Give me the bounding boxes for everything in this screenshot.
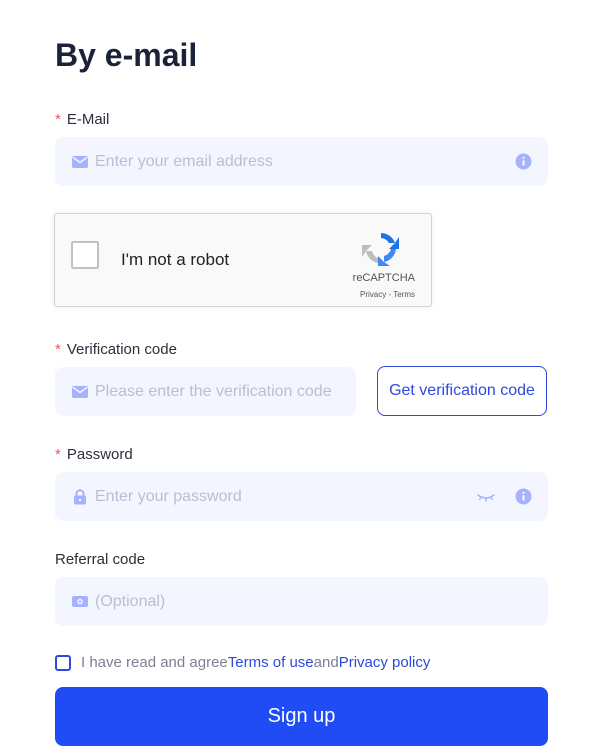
referral-label: Referral code	[55, 550, 145, 570]
info-icon[interactable]	[515, 153, 532, 170]
email-label: * E-Mail	[55, 110, 109, 130]
page-title: By e-mail	[55, 37, 198, 73]
eye-closed-icon[interactable]	[477, 491, 495, 503]
agreement-prefix: I have read and agree	[81, 654, 228, 671]
privacy-policy-link[interactable]: Privacy policy	[339, 653, 431, 673]
password-label: * Password	[55, 445, 133, 465]
agreement-row: I have read and agree Terms of use and P…	[55, 653, 430, 673]
terms-of-use-link[interactable]: Terms of use	[228, 653, 314, 673]
email-field-container	[55, 137, 548, 186]
password-label-text: Password	[66, 446, 133, 463]
agreement-checkbox[interactable]	[55, 655, 71, 671]
recaptcha-checkbox[interactable]	[71, 241, 99, 269]
password-field-container	[55, 472, 548, 521]
required-mark: *	[55, 446, 61, 463]
email-field[interactable]	[88, 137, 515, 186]
email-label-text: E-Mail	[66, 111, 110, 128]
recaptcha-terms[interactable]: Privacy - Terms	[295, 290, 415, 300]
password-field[interactable]	[88, 472, 477, 521]
recaptcha-icon	[362, 229, 400, 267]
mail-icon	[72, 154, 88, 170]
referral-field-container	[55, 577, 548, 626]
signup-button[interactable]: Sign up	[55, 687, 548, 746]
referral-code-field[interactable]	[88, 577, 532, 626]
verification-field-container	[55, 367, 356, 416]
lock-icon	[72, 488, 88, 505]
mail-icon	[72, 384, 88, 400]
info-icon[interactable]	[515, 488, 532, 505]
required-mark: *	[55, 341, 61, 358]
signup-page: By e-mail * E-Mail I'm not a robot	[0, 0, 592, 752]
recaptcha-widget: I'm not a robot reCAPTCHA Privacy - Term…	[54, 213, 432, 307]
verification-label: * Verification code	[55, 340, 177, 360]
required-mark: *	[55, 111, 61, 128]
referral-label-text: Referral code	[55, 551, 146, 568]
referral-icon	[72, 594, 88, 610]
get-verification-code-button[interactable]: Get verification code	[377, 366, 547, 416]
agreement-middle: and	[313, 654, 339, 671]
recaptcha-label: I'm not a robot	[121, 250, 230, 269]
verification-label-text: Verification code	[66, 341, 177, 358]
recaptcha-brand: reCAPTCHA	[352, 272, 415, 284]
verification-code-field[interactable]	[88, 367, 340, 416]
